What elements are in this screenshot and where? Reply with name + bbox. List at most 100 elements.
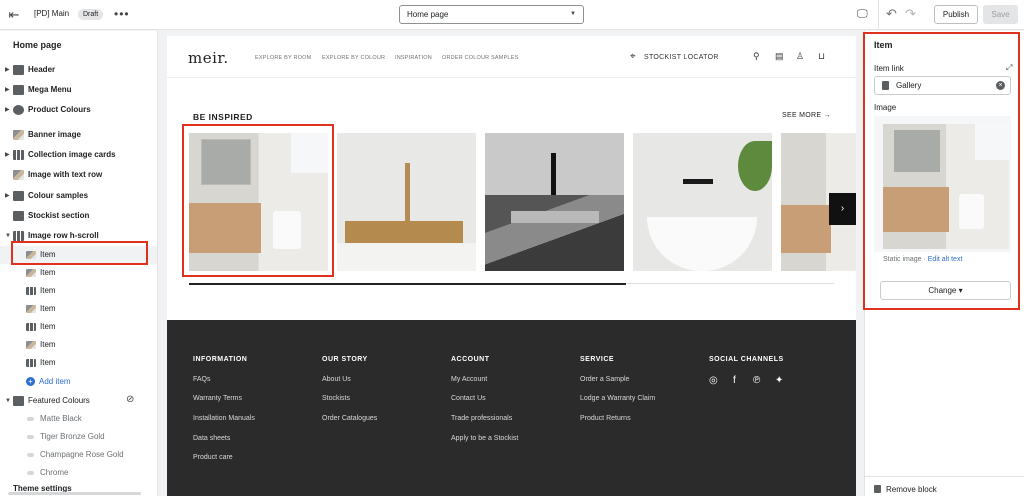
footer-link[interactable]: Order Catalogues [322,415,377,422]
footer-link[interactable]: About Us [322,376,351,383]
section-label: Header [28,65,56,74]
remove-block-button[interactable]: Remove block [874,485,937,494]
see-more-link[interactable]: SEE MORE → [782,112,831,119]
stockist-locator-link[interactable]: STOCKIST LOCATOR [644,54,719,61]
cart-icon[interactable]: ⊔ [818,51,825,62]
footer-link[interactable]: Warranty Terms [193,395,242,402]
instagram-icon[interactable]: ◎ [709,375,718,386]
sidebar-item[interactable]: Item [0,354,157,372]
pinterest-icon[interactable]: ℗ [753,375,760,386]
selected-slide-highlight [182,124,334,277]
toilet [959,194,984,229]
sidebar-item[interactable]: Item [0,318,157,336]
footer-link[interactable]: Lodge a Warranty Claim [580,395,655,402]
sidebar-section-stockist-section[interactable]: Stockist section [0,207,157,225]
clear-icon[interactable]: × [996,81,1005,90]
sidebar-item[interactable]: Item [0,336,157,354]
footer-link[interactable]: FAQs [193,376,211,383]
store-logo[interactable]: meir. [188,49,229,67]
item-link-field[interactable]: Gallery × [874,76,1011,95]
selection-highlight [11,241,148,265]
image-picker[interactable] [874,116,1011,252]
gallery-image[interactable] [337,133,476,271]
footer-link[interactable]: Installation Manuals [193,415,255,422]
add-item-button[interactable]: + Add item [26,375,71,389]
nav-link[interactable]: EXPLORE BY COLOUR [322,55,385,61]
block-settings-panel: Item Item link ⤢ Gallery × Image Static … [863,31,1024,496]
footer-link[interactable]: My Account [451,376,487,383]
sidebar-scrollbar[interactable] [8,492,141,495]
footer-link[interactable]: Contact Us [451,395,486,402]
footer-link[interactable]: Product Returns [580,415,631,422]
samples-icon [13,191,24,201]
account-icon[interactable]: ♙ [796,51,804,62]
image-icon [26,359,36,367]
caret-down-icon: ▾ [958,286,963,295]
section-label: Colour samples [28,191,89,200]
chevron-down-icon[interactable]: ▼ [5,392,11,410]
colour-label: Chrome [40,468,69,477]
nav-link[interactable]: EXPLORE BY ROOM [255,55,311,61]
nav-link[interactable]: INSPIRATION [395,55,432,61]
edit-alt-text-link[interactable]: Edit alt text [928,256,963,263]
publish-button[interactable]: Publish [934,5,978,24]
save-button[interactable]: Save [983,5,1018,24]
sink [345,221,463,243]
status-badge: Draft [78,9,104,20]
divider [878,0,879,30]
sidebar-section-colour-samples[interactable]: ▶ Colour samples [0,187,157,205]
sidebar-section-banner-image[interactable]: Banner image [0,126,157,144]
footer-link[interactable]: Data sheets [193,435,230,442]
sidebar-section-header[interactable]: ▶ Header [0,61,157,79]
sidebar-section-mega-menu[interactable]: ▶ Mega Menu [0,81,157,99]
sidebar-colour-item[interactable]: Champagne Rose Gold [0,446,157,464]
carousel-next-button[interactable]: › [829,193,856,225]
chevron-right-icon[interactable]: ▶ [5,61,10,79]
facebook-icon[interactable]: f [733,375,736,386]
footer-link[interactable]: Stockists [322,395,350,402]
eye-off-icon[interactable]: ⊘ [126,394,134,405]
sidebar-colour-item[interactable]: Chrome [0,464,157,482]
more-actions-icon[interactable]: ••• [114,6,130,22]
sidebar-section-product-colours[interactable]: ▶ Product Colours [0,101,157,119]
footer-link[interactable]: Apply to be a Stockist [451,435,518,442]
external-link-icon[interactable]: ⤢ [1006,63,1012,73]
twitter-icon[interactable]: ✦ [775,375,783,386]
gallery-image[interactable] [633,133,772,271]
desktop-preview-icon[interactable]: 🖵 [857,8,868,21]
chevron-right-icon[interactable]: ▶ [5,187,10,205]
carousel-scroll-thumb[interactable] [189,283,626,285]
image-icon [26,305,36,313]
chevron-right-icon[interactable]: ▶ [5,101,10,119]
page-select[interactable]: Home page ▼ [399,5,584,24]
footer-link[interactable]: Order a Sample [580,376,629,383]
search-icon[interactable]: ⚲ [753,51,760,62]
nav-link[interactable]: ORDER COLOUR SAMPLES [442,55,518,61]
undo-icon[interactable]: ↶ [886,6,897,22]
chevron-right-icon[interactable]: ▶ [5,81,10,99]
footer-link[interactable]: Trade professionals [451,415,512,422]
tap [683,179,713,184]
catalogue-icon[interactable]: ▤ [775,51,784,62]
exit-icon[interactable]: ⇤ [6,7,22,23]
page-select-value: Home page [407,10,449,19]
section-label: Product Colours [28,105,91,114]
page-icon [882,81,889,90]
sidebar-colour-item[interactable]: Matte Black [0,410,157,428]
sidebar-section-image-with-text-row[interactable]: Image with text row [0,166,157,184]
item-label: Item [40,340,56,349]
change-image-button[interactable]: Change ▾ [880,281,1011,300]
colour-label: Matte Black [40,414,82,423]
redo-icon[interactable]: ↷ [905,6,916,22]
sidebar-section-collection-image-cards[interactable]: ▶ Collection image cards [0,146,157,164]
item-label: Item [40,358,56,367]
sidebar-colour-item[interactable]: Tiger Bronze Gold [0,428,157,446]
sidebar-item[interactable]: Item [0,264,157,282]
section-label: Collection image cards [28,150,116,159]
sidebar-item[interactable]: Item [0,282,157,300]
footer-link[interactable]: Product care [193,454,233,461]
sink [511,211,599,223]
chevron-right-icon[interactable]: ▶ [5,146,10,164]
gallery-image[interactable] [485,133,624,271]
sidebar-item[interactable]: Item [0,300,157,318]
